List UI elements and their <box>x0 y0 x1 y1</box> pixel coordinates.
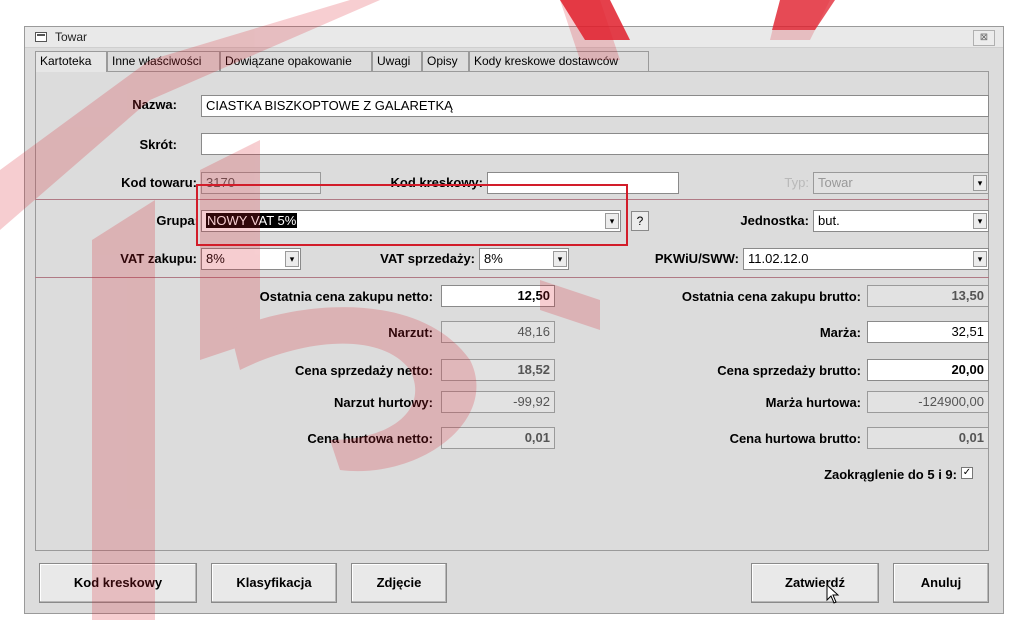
tab-kody-kreskowe-dostawcow[interactable]: Kody kreskowe dostawców <box>469 51 649 71</box>
tab-label: Kartoteka <box>40 54 92 68</box>
typ-label: Typ: <box>784 175 809 190</box>
ostatnia-brutto-label: Ostatnia cena zakupu brutto: <box>681 289 861 304</box>
hurtowa-brutto-input: 0,01 <box>867 427 989 449</box>
marza-input[interactable]: 32,51 <box>867 321 989 343</box>
kod-towaru-label: Kod towaru: <box>121 175 197 190</box>
marza-label: Marża: <box>819 325 861 340</box>
vat-sprzedazy-value: 8% <box>484 251 503 266</box>
narzut-input: 48,16 <box>441 321 555 343</box>
hurtowa-brutto-label: Cena hurtowa brutto: <box>729 431 861 446</box>
tab-uwagi[interactable]: Uwagi <box>372 51 422 71</box>
vat-sprzedazy-select[interactable]: 8% ▾ <box>479 248 569 270</box>
zaokraglenie-label: Zaokrąglenie do 5 i 9: <box>824 467 957 482</box>
tab-label: Kody kreskowe dostawców <box>474 54 619 68</box>
grupa-label: Grupa: <box>156 213 199 228</box>
jednostka-label: Jednostka: <box>740 213 809 228</box>
sprzedazy-brutto-input[interactable]: 20,00 <box>867 359 989 381</box>
nazwa-label: Nazwa: <box>132 97 177 112</box>
ostatnia-netto-label: Ostatnia cena zakupu netto: <box>259 289 433 304</box>
skrot-label: Skrót: <box>139 137 177 152</box>
skrot-input[interactable] <box>201 133 989 155</box>
narzut-hurtowy-label: Narzut hurtowy: <box>334 395 433 410</box>
narzut-label: Narzut: <box>388 325 433 340</box>
zatwierdz-button[interactable]: Zatwierdź <box>751 563 879 603</box>
mouse-cursor-icon <box>826 584 840 604</box>
check-icon: ✓ <box>962 467 972 478</box>
marza-hurtowa-label: Marża hurtowa: <box>765 395 861 410</box>
tab-label: Inne właściwości <box>112 54 202 68</box>
ostatnia-brutto-input: 13,50 <box>867 285 989 307</box>
vat-zakupu-select[interactable]: 8% ▾ <box>201 248 301 270</box>
tab-opisy[interactable]: Opisy <box>422 51 469 71</box>
jednostka-value: but. <box>818 213 840 228</box>
typ-value: Towar <box>818 175 853 190</box>
marza-hurtowa-input: -124900,00 <box>867 391 989 413</box>
tab-label: Uwagi <box>377 54 411 68</box>
vat-zakupu-value: 8% <box>206 251 225 266</box>
zaokraglenie-checkbox[interactable]: ✓ <box>961 467 973 479</box>
tab-label: Dowiązane opakowanie <box>225 54 352 68</box>
vat-sprzedazy-label: VAT sprzedaży: <box>380 251 475 266</box>
chevron-down-icon: ▾ <box>973 175 987 191</box>
close-icon[interactable]: ⊠ <box>973 30 995 46</box>
tab-inne-wlasciwosci[interactable]: Inne właściwości <box>107 51 220 71</box>
sprzedazy-brutto-label: Cena sprzedaży brutto: <box>717 363 861 378</box>
tab-label: Opisy <box>427 54 458 68</box>
zdjecie-button[interactable]: Zdjęcie <box>351 563 447 603</box>
chevron-down-icon[interactable]: ▾ <box>973 213 987 229</box>
pkwiu-value: 11.02.12.0 <box>748 251 809 266</box>
separator-mid <box>35 277 989 278</box>
pkwiu-select[interactable]: 11.02.12.0 ▾ <box>743 248 989 270</box>
jednostka-select[interactable]: but. ▾ <box>813 210 989 232</box>
window-icon <box>35 32 47 42</box>
narzut-hurtowy-input: -99,92 <box>441 391 555 413</box>
towar-window: Towar ⊠ Kartoteka Inne właściwości Dowią… <box>24 26 1004 614</box>
anuluj-button[interactable]: Anuluj <box>893 563 989 603</box>
hurtowa-netto-input: 0,01 <box>441 427 555 449</box>
vat-zakupu-label: VAT zakupu: <box>120 251 197 266</box>
klasyfikacja-button[interactable]: Klasyfikacja <box>211 563 337 603</box>
chevron-down-icon[interactable]: ▾ <box>553 251 567 267</box>
nazwa-input[interactable]: CIASTKA BISZKOPTOWE Z GALARETKĄ <box>201 95 989 117</box>
typ-select: Towar ▾ <box>813 172 989 194</box>
title-bar: Towar ⊠ <box>25 27 1003 48</box>
window-title: Towar <box>55 30 88 44</box>
pkwiu-label: PKWiU/SWW: <box>654 251 739 266</box>
kod-kreskowy-button[interactable]: Kod kreskowy <box>39 563 197 603</box>
chevron-down-icon[interactable]: ▾ <box>973 251 987 267</box>
tab-dowiazane-opakowanie[interactable]: Dowiązane opakowanie <box>220 51 372 71</box>
highlight-box <box>196 184 628 246</box>
chevron-down-icon[interactable]: ▾ <box>285 251 299 267</box>
hurtowa-netto-label: Cena hurtowa netto: <box>307 431 433 446</box>
sprzedazy-netto-input: 18,52 <box>441 359 555 381</box>
grupa-help-button[interactable]: ? <box>631 211 649 231</box>
tab-kartoteka[interactable]: Kartoteka <box>35 51 107 72</box>
sprzedazy-netto-label: Cena sprzedaży netto: <box>295 363 433 378</box>
ostatnia-netto-input[interactable]: 12,50 <box>441 285 555 307</box>
